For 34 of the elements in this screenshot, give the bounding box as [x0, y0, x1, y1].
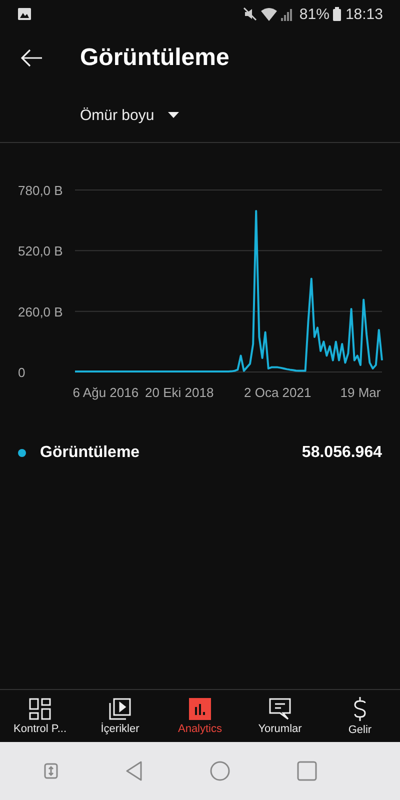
clock: 18:13: [345, 6, 383, 22]
nav-tab[interactable]: Analytics: [160, 690, 240, 742]
comment-icon: [269, 698, 291, 720]
y-axis-label: 260,0 B: [18, 304, 63, 320]
x-axis-label: 6 Ağu 2016: [72, 385, 139, 400]
battery-percent: 81%: [299, 6, 330, 22]
nav-tab[interactable]: Gelir: [320, 690, 400, 742]
nav-tab[interactable]: İçerikler: [80, 690, 160, 742]
x-axis-label: 19 Mar: [340, 385, 381, 400]
y-axis-label: 520,0 B: [18, 244, 63, 259]
x-axis-label: 2 Oca 2021: [244, 385, 312, 400]
screen-resize-icon[interactable]: [44, 763, 58, 779]
dashboard-icon: [29, 698, 51, 720]
recent-apps-icon[interactable]: [296, 761, 316, 781]
nav-tab[interactable]: Kontrol P...: [0, 690, 80, 742]
legend-label: Görüntüleme: [40, 444, 140, 462]
y-axis-label: 0: [18, 365, 26, 380]
total-views: 58.056.964: [302, 444, 382, 462]
dollar-icon: [353, 696, 367, 720]
x-axis-label: 20 Eki 2018: [145, 385, 214, 400]
battery-icon: [333, 7, 342, 21]
wifi-icon: [261, 8, 278, 20]
video-library-icon: [109, 698, 131, 720]
page-title: Görüntüleme: [80, 44, 230, 72]
mute-icon: [243, 7, 258, 21]
nav-tab[interactable]: Yorumlar: [240, 690, 320, 742]
home-icon[interactable]: [210, 761, 230, 781]
y-axis-label: 780,0 B: [18, 183, 63, 198]
back-arrow-icon[interactable]: [21, 49, 43, 67]
dropdown-caret-icon: [168, 112, 180, 118]
gallery-icon: [18, 8, 31, 20]
period-dropdown[interactable]: Ömür boyu: [80, 102, 180, 128]
back-icon[interactable]: [124, 761, 142, 781]
bar-chart-icon: [189, 698, 211, 720]
